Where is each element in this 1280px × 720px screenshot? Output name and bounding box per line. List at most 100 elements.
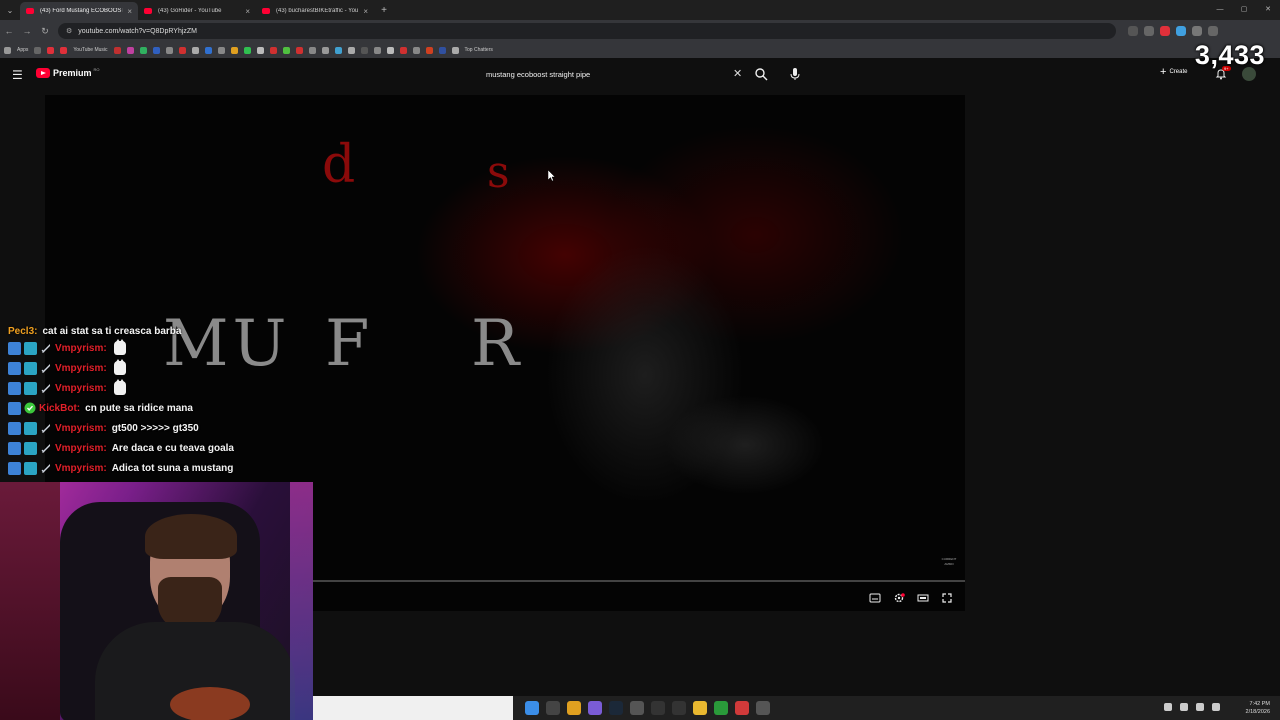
bookmark-icon[interactable]	[321, 46, 329, 54]
steam-icon[interactable]	[609, 701, 623, 715]
bookmark-icon[interactable]	[178, 46, 186, 54]
subscriber-badge-icon	[8, 441, 21, 455]
extension-blue-icon[interactable]	[1176, 26, 1186, 36]
reload-icon[interactable]: ↻	[36, 26, 54, 37]
discord-icon[interactable]	[588, 701, 602, 715]
bookmark-icon[interactable]	[191, 46, 199, 54]
bookmark-youtube-music[interactable]: YouTube Music	[73, 47, 107, 53]
extensions-puzzle-icon[interactable]	[1192, 26, 1202, 36]
bookmark-icon[interactable]	[256, 46, 264, 54]
chat-username[interactable]: Pecl3	[8, 326, 34, 337]
bookmark-apps[interactable]: Apps	[17, 47, 28, 53]
install-icon[interactable]	[1128, 26, 1138, 36]
taskbar-app-icon[interactable]	[651, 701, 665, 715]
bookmark-icon[interactable]	[412, 46, 420, 54]
video-overlay-letter: d	[322, 135, 356, 195]
chat-username[interactable]: KickBot	[39, 403, 77, 414]
taskbar-app-icon[interactable]	[630, 701, 644, 715]
chat-message: KickBot: cn pute sa ridice mana	[8, 398, 308, 418]
logo-text: Premium	[53, 68, 92, 78]
obs-icon[interactable]	[756, 701, 770, 715]
chat-message-text: gt500 >>>>> gt350	[111, 422, 199, 434]
tab-search-icon[interactable]: ⌄	[0, 0, 20, 20]
menu-icon[interactable]: ☰	[12, 68, 23, 82]
bookmark-icon[interactable]	[386, 46, 394, 54]
chat-username[interactable]: Vmpyrism	[55, 443, 103, 454]
address-bar[interactable]: ⚙ youtube.com/watch?v=Q8DpRYhjzZM	[58, 23, 1116, 39]
bookmark-icon[interactable]	[230, 46, 238, 54]
tab-close-icon[interactable]: ×	[245, 7, 250, 16]
bookmark-icon[interactable]	[334, 46, 342, 54]
settings-gear-icon[interactable]	[893, 592, 905, 604]
bookmark-icon[interactable]	[425, 46, 433, 54]
system-tray	[1164, 703, 1220, 711]
tab-ford-mustang[interactable]: (43) Ford Mustang ECOBOOST ×	[20, 2, 138, 20]
maximize-icon[interactable]: ▢	[1232, 0, 1256, 20]
bookmark-icon[interactable]	[165, 46, 173, 54]
chat-username[interactable]: Vmpyrism	[55, 363, 103, 374]
site-info-icon[interactable]: ⚙	[66, 27, 72, 35]
bookmark-icon[interactable]	[347, 46, 355, 54]
search-input[interactable]: mustang ecoboost straight pipe	[478, 65, 750, 83]
tray-chevron-icon[interactable]	[1164, 703, 1172, 711]
create-button[interactable]: + Create	[1160, 66, 1187, 78]
browser-toolbar: ← → ↻ ⚙ youtube.com/watch?v=Q8DpRYhjzZM	[0, 20, 1280, 42]
new-tab-icon[interactable]: +	[374, 5, 394, 16]
youtube-logo[interactable]: Premium RO	[36, 67, 100, 78]
chat-username[interactable]: Vmpyrism	[55, 383, 103, 394]
taskbar-search-icon[interactable]	[546, 701, 560, 715]
tab-close-icon[interactable]: ×	[127, 7, 132, 16]
bookmark-star-icon[interactable]	[1144, 26, 1154, 36]
chat-username[interactable]: Vmpyrism	[55, 343, 103, 354]
network-icon[interactable]	[1196, 703, 1204, 711]
bookmark-icon[interactable]	[152, 46, 160, 54]
tab-close-icon[interactable]: ×	[363, 7, 368, 16]
theater-mode-icon[interactable]	[917, 592, 929, 604]
forward-icon[interactable]: →	[18, 26, 36, 36]
chat-username[interactable]: Vmpyrism	[55, 423, 103, 434]
back-icon[interactable]: ←	[0, 26, 18, 36]
microphone-icon[interactable]	[789, 67, 801, 81]
taskbar-app-icon[interactable]	[672, 701, 686, 715]
search-icon[interactable]	[754, 67, 768, 81]
fullscreen-icon[interactable]	[941, 592, 953, 604]
clear-search-icon[interactable]: ✕	[733, 67, 742, 80]
bookmark-icon[interactable]	[217, 46, 225, 54]
bookmark-icon[interactable]	[139, 46, 147, 54]
bookmark-icon[interactable]	[269, 46, 277, 54]
taskbar-clock[interactable]: 7:42 PM 2/18/2026	[1246, 700, 1270, 716]
chat-username[interactable]: Vmpyrism	[55, 463, 103, 474]
tab-gorider[interactable]: (43) GoRider - YouTube ×	[138, 2, 256, 20]
bookmark-icon[interactable]	[438, 46, 446, 54]
youtube-music-icon	[60, 46, 68, 54]
tab-label: (43) GoRider - YouTube	[158, 8, 222, 14]
tab-bucharest[interactable]: (43) bucharestBIKEtraffic - YouT ×	[256, 2, 374, 20]
taskbar-app-icon[interactable]	[735, 701, 749, 715]
subtitles-icon[interactable]	[869, 592, 881, 604]
bookmark-top-chatters[interactable]: Top Chatters	[465, 47, 493, 53]
bookmark-folder-icon[interactable]	[34, 46, 42, 54]
bookmark-icon[interactable]	[360, 46, 368, 54]
youtube-header: ☰ Premium RO mustang ecoboost straight p…	[0, 60, 1280, 90]
volume-icon[interactable]	[1212, 703, 1220, 711]
bookmark-icon[interactable]	[373, 46, 381, 54]
bookmark-icon[interactable]	[113, 46, 121, 54]
bookmark-icon[interactable]	[308, 46, 316, 54]
chrome-icon[interactable]	[567, 701, 581, 715]
microphone-tray-icon[interactable]	[1180, 703, 1188, 711]
bookmark-icon[interactable]	[282, 46, 290, 54]
bookmark-icon[interactable]	[126, 46, 134, 54]
close-window-icon[interactable]: ✕	[1256, 0, 1280, 20]
file-explorer-icon[interactable]	[693, 701, 707, 715]
bookmark-icon[interactable]	[295, 46, 303, 54]
start-menu-icon[interactable]	[525, 701, 539, 715]
bookmark-icon[interactable]	[204, 46, 212, 54]
youtube-bookmark-icon[interactable]	[47, 46, 55, 54]
screen: ⌄ (43) Ford Mustang ECOBOOST × (43) GoRi…	[0, 0, 1280, 720]
bookmark-icon[interactable]	[243, 46, 251, 54]
minimize-icon[interactable]: —	[1208, 0, 1232, 20]
xbox-icon[interactable]	[714, 701, 728, 715]
extension-red-icon[interactable]	[1160, 26, 1170, 36]
bookmark-icon[interactable]	[399, 46, 407, 54]
profile-icon[interactable]	[1208, 26, 1218, 36]
